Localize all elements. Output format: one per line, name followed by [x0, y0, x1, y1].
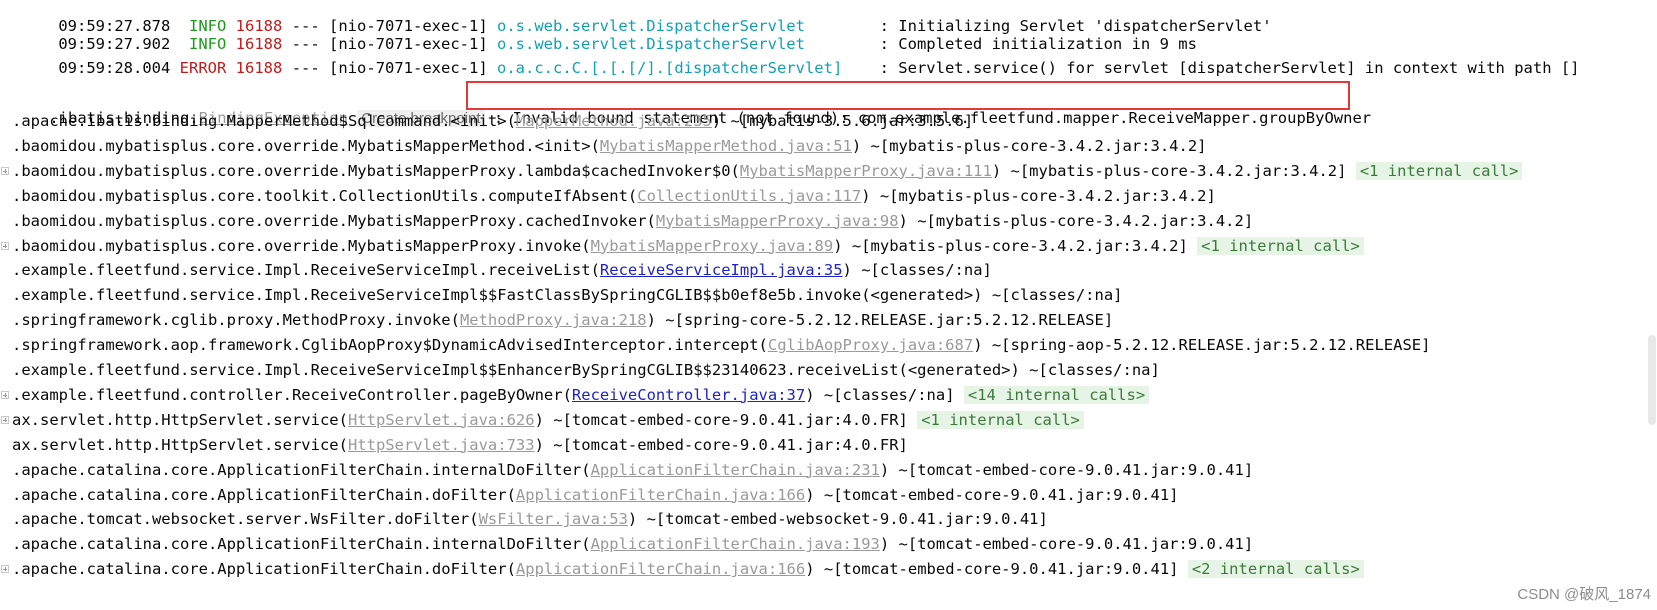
stack-frame-jar: ) ~[tomcat-embed-core-9.0.41.jar:9.0.41] — [879, 535, 1254, 554]
stack-frame-line: .example.fleetfund.service.Impl.ReceiveS… — [0, 359, 1160, 381]
log-line: 09:59:28.004 ERROR 16188 --- [nio-7071-e… — [58, 59, 1580, 77]
source-file-link[interactable]: ReceiveController.java:37 — [572, 386, 805, 404]
stack-frame-line: .apache.catalina.core.ApplicationFilterC… — [0, 558, 1364, 580]
stack-frame-line: .baomidou.mybatisplus.core.override.Myba… — [0, 210, 1253, 232]
log-pid: 16188 — [235, 59, 283, 77]
stack-frame-line: .example.fleetfund.service.Impl.ReceiveS… — [0, 284, 1122, 306]
log-time: 09:59:28.004 — [58, 59, 171, 77]
source-file-link[interactable]: HttpServlet.java:733 — [348, 436, 535, 454]
stack-frame-line: .apache.catalina.core.ApplicationFilterC… — [0, 484, 1179, 506]
log-message: Servlet.service() for servlet [dispatche… — [898, 59, 1580, 77]
stack-frame-method: .apache.ibatis.binding.MapperMethod$SqlC… — [12, 112, 516, 130]
stack-frame-jar: ) ~[mybatis-plus-core-3.4.2.jar:3.4.2] — [851, 136, 1207, 155]
source-file-link[interactable]: ApplicationFilterChain.java:231 — [591, 461, 880, 479]
expand-fold-icon[interactable] — [1, 390, 9, 399]
stack-frame-jar: ) ~[classes/:na] — [805, 385, 955, 404]
stack-frame-line: .springframework.aop.framework.CglibAopP… — [0, 334, 1430, 356]
vertical-scrollbar[interactable] — [1648, 335, 1656, 425]
stack-frame-method: .apache.catalina.core.ApplicationFilterC… — [12, 485, 516, 504]
stack-frame-jar: ) ~[mybatis-plus-core-3.4.2.jar:3.4.2] — [898, 211, 1254, 230]
stack-frame-method: .baomidou.mybatisplus.core.override.Myba… — [12, 211, 656, 230]
source-file-link[interactable]: MybatisMapperProxy.java:111 — [740, 162, 992, 180]
expand-fold-icon[interactable] — [1, 565, 9, 574]
stack-frame-method: .baomidou.mybatisplus.core.toolkit.Colle… — [12, 186, 638, 205]
internal-calls-badge[interactable]: <1 internal call> — [1355, 161, 1523, 180]
stack-frame-jar: ) ~[tomcat-embed-core-9.0.41.jar:9.0.41] — [879, 460, 1254, 479]
stack-frame-method: ax.servlet.http.HttpServlet.service( — [12, 435, 348, 454]
log-line: 09:59:27.902 INFO 16188 --- [nio-7071-ex… — [58, 35, 1197, 53]
expand-fold-icon[interactable] — [1, 415, 9, 424]
stack-frame-jar: ) ~[tomcat-embed-core-9.0.41.jar:9.0.41] — [805, 560, 1179, 579]
source-file-link[interactable]: ApplicationFilterChain.java:193 — [591, 535, 880, 553]
stack-frame-jar: ) ~[mybatis-3.5.6.jar:3.5.6] — [711, 112, 974, 130]
stack-frame-method: .example.fleetfund.service.Impl.ReceiveS… — [12, 361, 1160, 379]
stack-frame-jar: ) ~[spring-core-5.2.12.RELEASE.jar:5.2.1… — [646, 311, 1114, 330]
stack-frame-jar: ) ~[tomcat-embed-websocket-9.0.41.jar:9.… — [627, 510, 1048, 529]
stack-frame-method: .apache.catalina.core.ApplicationFilterC… — [12, 535, 591, 554]
stack-frame-line: ax.servlet.http.HttpServlet.service(Http… — [0, 409, 1084, 431]
stack-frame-line: .apache.catalina.core.ApplicationFilterC… — [0, 459, 1253, 481]
source-file-link[interactable]: MapperMethod.java:235 — [516, 112, 712, 130]
stack-frame-line: .baomidou.mybatisplus.core.override.Myba… — [0, 235, 1364, 257]
source-file-link[interactable]: MybatisMapperProxy.java:89 — [591, 237, 834, 255]
stack-frame-line: ax.servlet.http.HttpServlet.service(Http… — [0, 434, 908, 456]
source-file-link[interactable]: CglibAopProxy.java:687 — [768, 336, 973, 354]
highlight-annotation-box — [466, 81, 1350, 110]
internal-calls-badge[interactable]: <2 internal calls> — [1187, 560, 1364, 579]
stack-frame-method: .baomidou.mybatisplus.core.override.Myba… — [12, 161, 740, 180]
stack-frame-line: .baomidou.mybatisplus.core.override.Myba… — [0, 135, 1206, 157]
internal-calls-badge[interactable]: <1 internal call> — [917, 410, 1084, 429]
stack-frame-method: .apache.catalina.core.ApplicationFilterC… — [12, 460, 591, 479]
stack-frame-line: .apache.ibatis.binding.MapperMethod$SqlC… — [0, 110, 973, 132]
stack-frame-line: .apache.catalina.core.ApplicationFilterC… — [0, 533, 1253, 555]
expand-fold-icon[interactable] — [1, 241, 9, 250]
log-logger[interactable]: o.a.c.c.C.[.[.[/].[dispatcherServlet] — [497, 59, 842, 77]
stack-frame-jar: ) ~[mybatis-plus-core-3.4.2.jar:3.4.2] — [991, 161, 1347, 180]
source-file-link[interactable]: WsFilter.java:53 — [479, 510, 628, 528]
console-output: 09:59:27.878 INFO 16188 --- [nio-7071-ex… — [0, 0, 1657, 610]
stack-frame-method: .example.fleetfund.service.Impl.ReceiveS… — [12, 286, 1123, 305]
stack-frame-method: ax.servlet.http.HttpServlet.service( — [12, 410, 348, 429]
stack-frame-method: .example.fleetfund.controller.ReceiveCon… — [12, 385, 572, 404]
log-sep: --- — [291, 59, 320, 77]
stack-frame-method: .baomidou.mybatisplus.core.override.Myba… — [12, 136, 600, 155]
internal-calls-badge[interactable]: <1 internal call> — [1197, 236, 1364, 255]
source-file-link[interactable]: MybatisMapperProxy.java:98 — [656, 212, 899, 230]
watermark: CSDN @破风_1874 — [1517, 586, 1651, 603]
log-level: ERROR — [179, 59, 227, 77]
source-file-link[interactable]: CollectionUtils.java:117 — [637, 187, 861, 205]
stack-frame-line: .baomidou.mybatisplus.core.toolkit.Colle… — [0, 185, 1216, 207]
stack-frame-line: .example.fleetfund.controller.ReceiveCon… — [0, 384, 1150, 406]
stack-frame-jar: ) ~[tomcat-embed-core-9.0.41.jar:4.0.FR] — [534, 435, 908, 454]
stack-frame-method: .example.fleetfund.service.Impl.ReceiveS… — [12, 261, 600, 280]
source-file-link[interactable]: ReceiveServiceImpl.java:35 — [600, 261, 843, 279]
stack-frame-method: .springframework.aop.framework.CglibAopP… — [12, 336, 768, 355]
stack-frame-jar: ) ~[mybatis-plus-core-3.4.2.jar:3.4.2] — [833, 236, 1188, 255]
stack-frame-method: .baomidou.mybatisplus.core.override.Myba… — [12, 236, 591, 255]
stack-frame-line: .springframework.cglib.proxy.MethodProxy… — [0, 309, 1113, 331]
internal-calls-badge[interactable]: <14 internal calls> — [963, 385, 1150, 404]
stack-frame-method: .apache.tomcat.websocket.server.WsFilter… — [12, 510, 479, 529]
stack-frame-line: .example.fleetfund.service.Impl.ReceiveS… — [0, 259, 992, 281]
source-file-link[interactable]: MybatisMapperMethod.java:51 — [600, 137, 852, 155]
stack-frame-method: .apache.catalina.core.ApplicationFilterC… — [12, 560, 516, 579]
source-file-link[interactable]: MethodProxy.java:218 — [460, 311, 647, 329]
stack-frame-jar: ) ~[tomcat-embed-core-9.0.41.jar:4.0.FR] — [534, 410, 908, 429]
log-thread: [nio-7071-exec-1] — [329, 59, 488, 77]
stack-frame-jar: ) ~[tomcat-embed-core-9.0.41.jar:9.0.41] — [805, 485, 1179, 504]
expand-fold-icon[interactable] — [1, 166, 9, 175]
stack-frame-jar: ) ~[mybatis-plus-core-3.4.2.jar:3.4.2] — [861, 186, 1216, 205]
source-file-link[interactable]: ApplicationFilterChain.java:166 — [516, 486, 805, 504]
stack-frame-line: .apache.tomcat.websocket.server.WsFilter… — [0, 508, 1048, 530]
stack-frame-jar: ) ~[classes/:na] — [842, 261, 992, 280]
stack-frame-line: .baomidou.mybatisplus.core.override.Myba… — [0, 160, 1523, 182]
stack-frame-jar: ) ~[spring-aop-5.2.12.RELEASE.jar:5.2.12… — [973, 336, 1431, 355]
stack-frame-method: .springframework.cglib.proxy.MethodProxy… — [12, 311, 460, 330]
source-file-link[interactable]: ApplicationFilterChain.java:166 — [516, 560, 805, 578]
source-file-link[interactable]: HttpServlet.java:626 — [348, 411, 535, 429]
